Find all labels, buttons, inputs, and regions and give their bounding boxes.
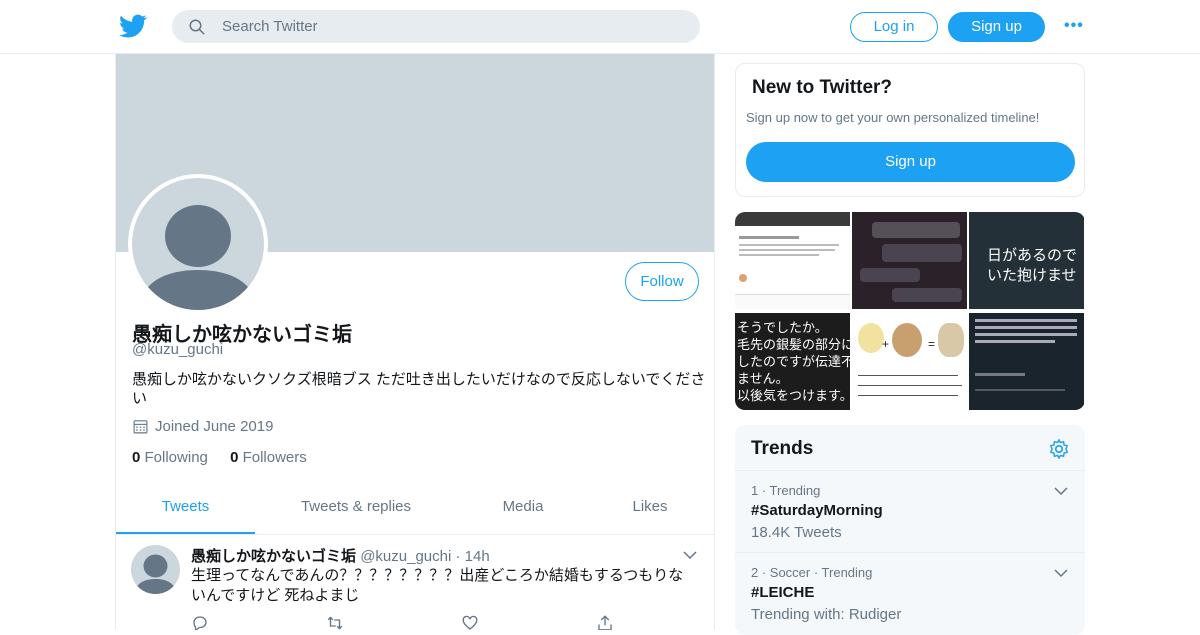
profile-bio: 愚痴しか呟かないクソクズ根暗ブス ただ吐き出したいだけなので反応しないでください [132,371,706,407]
followers-stat[interactable]: 0 Followers [230,449,307,466]
followers-label: Followers [242,449,307,466]
following-label: Following [144,449,208,466]
tweet-actions [191,614,691,630]
tab-media[interactable]: Media [473,484,573,534]
signup-button[interactable]: Sign up [948,12,1045,42]
joined-text: Joined June 2019 [155,418,274,435]
twitter-bird-icon[interactable] [119,12,147,40]
tweet-separator: · [455,548,461,565]
follow-button[interactable]: Follow [625,262,699,301]
tweet-item[interactable]: 愚痴しか呟かないゴミ垢 @kuzu_guchi · 14h 生理ってなんであんの… [116,535,714,630]
following-stat[interactable]: 0 Following [132,449,208,466]
chevron-down-icon[interactable] [1053,483,1069,499]
profile-column: Follow 愚痴しか呟かないゴミ垢 @kuzu_guchi 愚痴しか呟かないク… [115,54,715,630]
media-tile[interactable]: + = [852,313,967,410]
search-bar[interactable]: Search Twitter [172,10,700,43]
followers-count: 0 [230,449,239,466]
new-to-twitter-subtitle: Sign up now to get your own personalized… [746,110,1040,125]
tweet-avatar[interactable] [131,545,180,594]
search-icon [189,19,205,35]
trend-meta: 1 · Trending [751,483,821,498]
chevron-down-icon[interactable] [682,547,698,563]
tweet-author-name[interactable]: 愚痴しか呟かないゴミ垢 [191,548,356,565]
media-tile[interactable]: そうでしたか。 毛先の銀髪の部分に したのですが伝達不 ません。 以後気をつけま… [735,313,850,410]
new-to-twitter-card: New to Twitter? Sign up now to get your … [735,63,1085,197]
default-avatar-icon [134,554,177,594]
trend-count: 18.4K Tweets [751,524,842,541]
search-input[interactable]: Search Twitter [222,18,318,35]
default-avatar-icon [138,205,258,310]
retweet-icon[interactable] [326,614,344,630]
chevron-down-icon[interactable] [1053,565,1069,581]
tab-tweets[interactable]: Tweets [116,484,255,534]
media-tile[interactable] [735,212,850,309]
profile-tabs: Tweets Tweets & replies Media Likes [116,484,714,535]
media-grid: 日があるので いた抱けませ そうでしたか。 毛先の銀髪の部分に したのですが伝達… [735,212,1085,410]
tweet-text: 生理ってなんであんの？？？？？？？？出産どころか結婚もするつもりないんですけど … [191,567,684,604]
tweet-author-handle[interactable]: @kuzu_guchi [360,548,451,565]
share-icon[interactable] [596,614,614,630]
joined-date: Joined June 2019 [132,418,273,435]
heart-icon[interactable] [461,614,479,630]
gear-icon[interactable] [1048,438,1070,460]
new-to-twitter-title: New to Twitter? [752,77,893,98]
tweet-header: 愚痴しか呟かないゴミ垢 @kuzu_guchi · 14h [191,545,490,566]
media-tile[interactable] [852,212,967,309]
profile-handle[interactable]: @kuzu_guchi [132,341,223,358]
top-navigation-bar: Search Twitter Log in Sign up ••• [0,0,1200,54]
tab-likes[interactable]: Likes [610,484,690,534]
trend-name[interactable]: #LEICHE [751,584,814,601]
trend-item[interactable]: 2 · Soccer · Trending #LEICHE Trending w… [735,552,1085,634]
login-button[interactable]: Log in [850,12,938,42]
trend-name[interactable]: #SaturdayMorning [751,502,883,519]
profile-avatar[interactable] [128,174,268,314]
trend-meta: 2 · Soccer · Trending [751,565,873,580]
media-tile-text: そうでしたか。 毛先の銀髪の部分に したのですが伝達不 ません。 以後気をつけま… [737,320,850,403]
calendar-icon [133,420,148,434]
tab-tweets-replies[interactable]: Tweets & replies [286,484,426,534]
trend-item[interactable]: 1 · Trending #SaturdayMorning 18.4K Twee… [735,470,1085,552]
following-count: 0 [132,449,141,466]
tweet-time[interactable]: 14h [465,548,490,565]
trends-title: Trends [751,438,814,459]
trend-count: Trending with: Rudiger [751,606,902,623]
profile-stats: 0 Following 0 Followers [132,449,325,466]
trends-panel: Trends 1 · Trending #SaturdayMorning 18.… [735,425,1085,635]
reply-icon[interactable] [191,614,209,630]
media-tile[interactable] [969,313,1084,410]
media-tile[interactable]: 日があるので いた抱けませ [969,212,1084,309]
sidebar-signup-button[interactable]: Sign up [746,142,1075,182]
more-options-icon[interactable]: ••• [1064,18,1086,34]
media-tile-text: 日があるので いた抱けませ [987,247,1078,284]
